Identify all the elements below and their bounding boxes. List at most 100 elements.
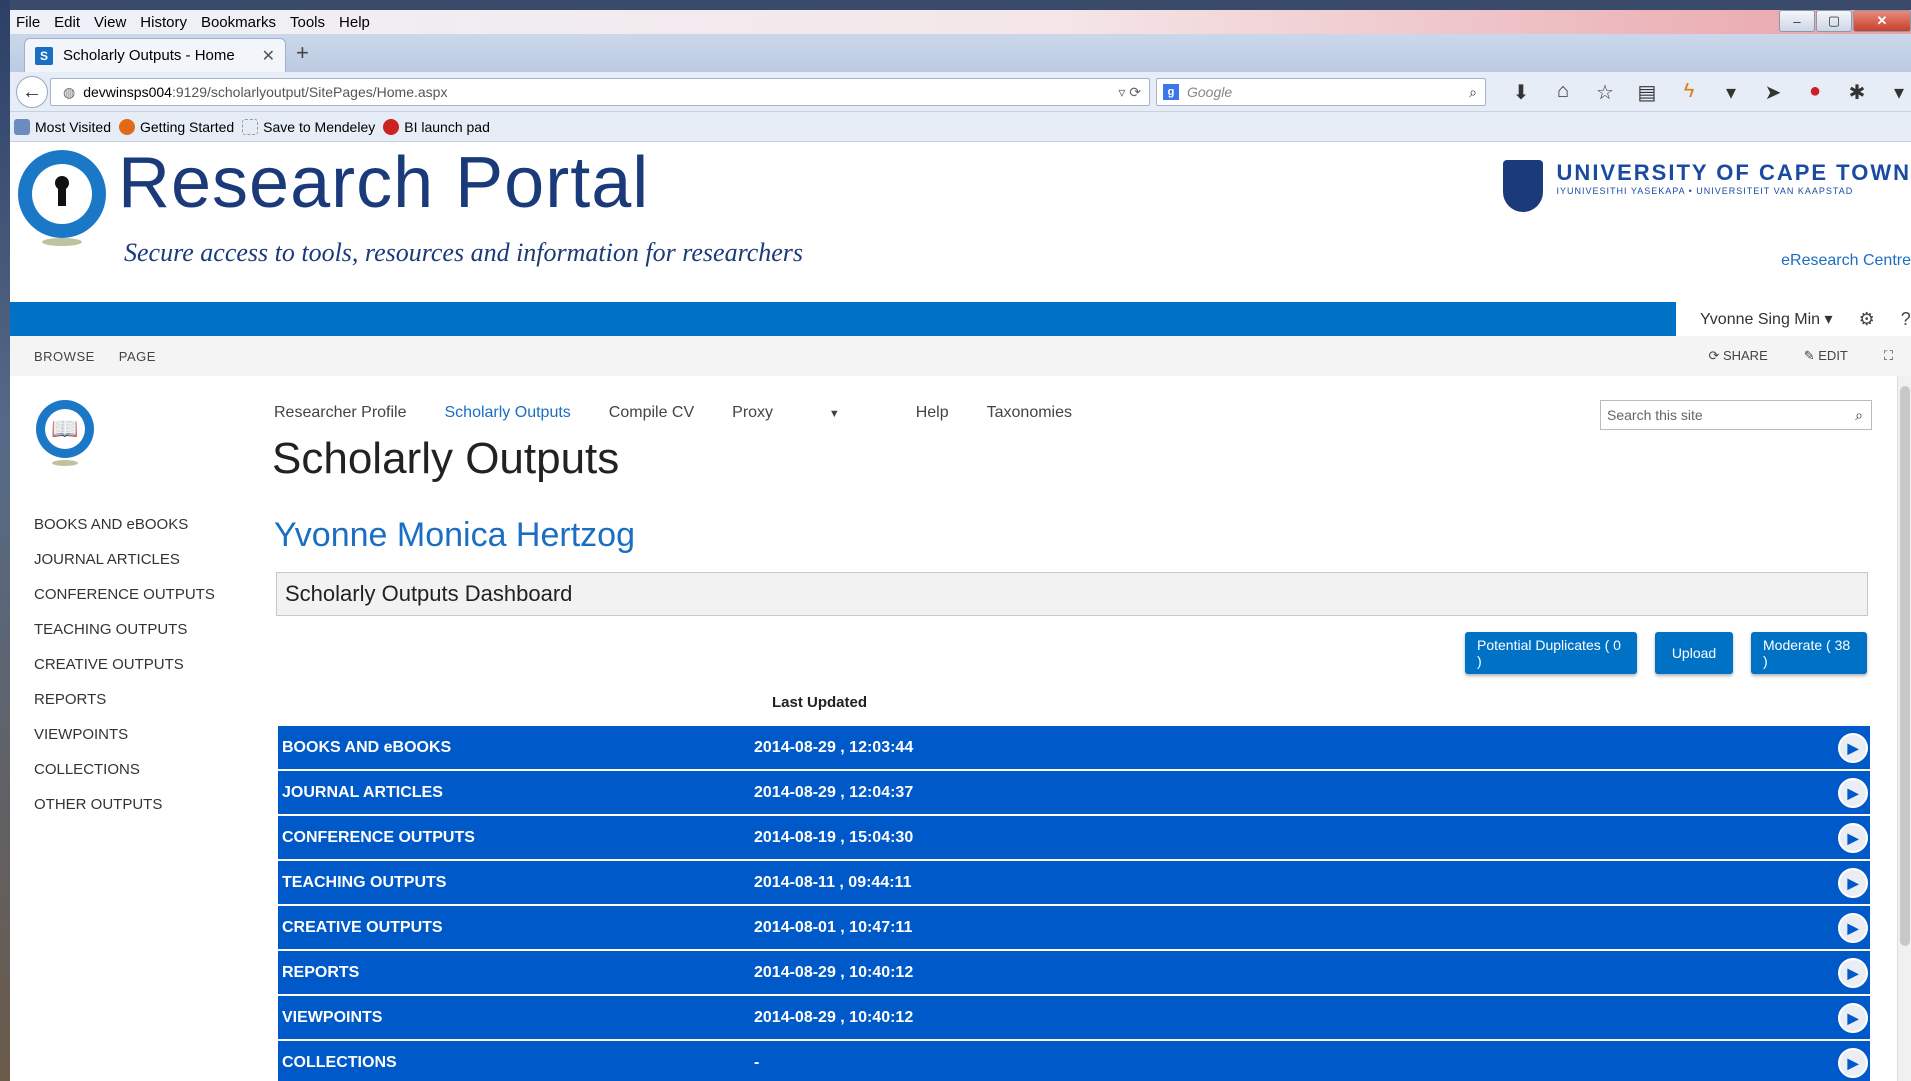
bookmark-save-to-mendeley[interactable]: Save to Mendeley [242, 118, 375, 135]
search-icon[interactable]: ⌕ [1855, 407, 1863, 424]
research-portal-logo[interactable] [18, 150, 106, 250]
moderate-button[interactable]: Moderate ( 38 ) [1751, 632, 1867, 674]
uct-crest-icon [1502, 160, 1543, 212]
ribbon-tab-browse[interactable]: BROWSE [34, 349, 95, 364]
person-name[interactable]: Yvonne Monica Hertzog [274, 516, 635, 555]
potential-duplicates-button[interactable]: Potential Duplicates ( 0 ) [1465, 632, 1637, 674]
page-scrollbar[interactable] [1897, 376, 1911, 1081]
menu-view[interactable]: View [94, 14, 126, 31]
nav-scholarly-outputs[interactable]: Scholarly Outputs [445, 404, 571, 422]
minimize-button[interactable]: – [1779, 10, 1815, 32]
play-icon[interactable]: ▶ [1838, 913, 1868, 943]
menu-help[interactable]: Help [339, 14, 370, 31]
row-name: VIEWPOINTS [282, 1008, 383, 1026]
nav-taxonomies[interactable]: Taxonomies [987, 404, 1072, 422]
share-button[interactable]: ⟳ SHARE [1708, 348, 1785, 364]
bi-icon [383, 118, 400, 135]
leftnav-journal-articles[interactable]: JOURNAL ARTICLES [34, 551, 215, 586]
menu-bookmarks[interactable]: Bookmarks [201, 14, 276, 31]
play-icon[interactable]: ▶ [1838, 778, 1868, 808]
tab-scholarly-outputs[interactable]: S Scholarly Outputs - Home ✕ [24, 38, 286, 72]
last-updated-header: Last Updated [772, 694, 868, 711]
leftnav-other-outputs[interactable]: OTHER OUTPUTS [34, 796, 215, 831]
play-icon[interactable]: ▶ [1838, 958, 1868, 988]
reading-list-icon[interactable]: ▤ [1626, 80, 1668, 105]
pinterest-icon[interactable]: ● [1794, 80, 1836, 105]
user-name: Yvonne Sing Min [1700, 311, 1821, 328]
nav-researcher-profile[interactable]: Researcher Profile [274, 404, 407, 422]
search-icon[interactable]: ⌕ [1469, 84, 1477, 101]
table-row[interactable]: VIEWPOINTS 2014-08-29 , 10:40:12 ▶ [278, 996, 1870, 1039]
play-icon[interactable]: ▶ [1838, 823, 1868, 853]
send-icon[interactable]: ➤ [1752, 80, 1794, 105]
play-icon[interactable]: ▶ [1838, 733, 1868, 763]
leftnav-viewpoints[interactable]: VIEWPOINTS [34, 726, 215, 761]
sharepoint-icon: S [35, 46, 53, 65]
nav-proxy[interactable]: Proxy ▼ [732, 404, 878, 422]
site-logo[interactable]: 📖 [36, 400, 94, 466]
settings-gear-icon[interactable]: ⚙ [1859, 309, 1875, 330]
extension-icon[interactable]: ✱ [1836, 80, 1878, 105]
leftnav-teaching-outputs[interactable]: TEACHING OUTPUTS [34, 621, 215, 656]
row-updated: 2014-08-19 , 15:04:30 [754, 828, 914, 846]
bookmark-bi-launch-pad[interactable]: BI launch pad [383, 118, 490, 135]
table-row[interactable]: TEACHING OUTPUTS 2014-08-11 , 09:44:11 ▶ [278, 861, 1870, 904]
scrollbar-thumb[interactable] [1900, 386, 1910, 946]
university-name: UNIVERSITY OF CAPE TOWN [1556, 160, 1911, 185]
close-window-button[interactable]: ✕ [1853, 10, 1911, 32]
reload-icon[interactable]: ▿ ⟳ [1118, 84, 1141, 101]
browser-search-box[interactable]: g Google ⌕ [1156, 78, 1486, 106]
row-name: CONFERENCE OUTPUTS [282, 828, 475, 846]
menu-dropdown-icon[interactable]: ▾ [1878, 80, 1911, 105]
window-controls: – ▢ ✕ [1778, 10, 1911, 32]
dropdown-icon[interactable]: ▾ [1710, 80, 1752, 105]
firefox-icon [119, 118, 135, 135]
menu-tools[interactable]: Tools [290, 14, 325, 31]
search-site-input[interactable]: Search this site ⌕ [1600, 400, 1872, 430]
eresearch-centre-link[interactable]: eResearch Centre [1781, 252, 1911, 270]
page-content: Research Portal Secure access to tools, … [10, 142, 1911, 1081]
help-icon[interactable]: ? [1901, 309, 1911, 330]
desktop-edge [0, 0, 10, 1081]
table-row[interactable]: REPORTS 2014-08-29 , 10:40:12 ▶ [278, 951, 1870, 994]
back-button[interactable]: ← [16, 76, 48, 108]
row-name: COLLECTIONS [282, 1053, 397, 1071]
bookmark-folder-icon [14, 118, 30, 135]
focus-content-icon[interactable]: ⛶ [1884, 348, 1893, 364]
table-row[interactable]: BOOKS AND eBOOKS 2014-08-29 , 12:03:44 ▶ [278, 726, 1870, 769]
nav-compile-cv[interactable]: Compile CV [609, 404, 694, 422]
play-icon[interactable]: ▶ [1838, 868, 1868, 898]
menu-edit[interactable]: Edit [54, 14, 80, 31]
menu-history[interactable]: History [140, 14, 187, 31]
edit-button[interactable]: ✎ EDIT [1804, 348, 1866, 364]
navigation-bar: ← ◍ devwinsps004 :9129/scholarlyoutput/S… [10, 72, 1911, 112]
table-row[interactable]: CREATIVE OUTPUTS 2014-08-01 , 10:47:11 ▶ [278, 906, 1870, 949]
table-row[interactable]: COLLECTIONS - ▶ [278, 1041, 1870, 1081]
bookmark-getting-started[interactable]: Getting Started [119, 118, 234, 135]
leftnav-books[interactable]: BOOKS AND eBOOKS [34, 516, 215, 551]
leftnav-reports[interactable]: REPORTS [34, 691, 215, 726]
nav-help[interactable]: Help [916, 404, 949, 422]
menu-file[interactable]: File [16, 14, 40, 31]
close-tab-icon[interactable]: ✕ [262, 46, 275, 66]
ribbon-tab-page[interactable]: PAGE [119, 349, 156, 364]
home-icon[interactable]: ⌂ [1542, 80, 1584, 105]
star-icon[interactable]: ☆ [1584, 80, 1626, 105]
upload-button[interactable]: Upload [1655, 632, 1733, 674]
leftnav-conference-outputs[interactable]: CONFERENCE OUTPUTS [34, 586, 215, 621]
play-icon[interactable]: ▶ [1838, 1003, 1868, 1033]
play-icon[interactable]: ▶ [1838, 1048, 1868, 1078]
table-row[interactable]: JOURNAL ARTICLES 2014-08-29 , 12:04:37 ▶ [278, 771, 1870, 814]
bookmark-most-visited[interactable]: Most Visited [14, 118, 111, 135]
uct-logo[interactable]: UNIVERSITY OF CAPE TOWN IYUNIVESITHI YAS… [1502, 160, 1911, 212]
addon-icon[interactable]: ϟ [1668, 80, 1710, 105]
url-bar[interactable]: ◍ devwinsps004 :9129/scholarlyoutput/Sit… [50, 78, 1150, 106]
bookmarks-bar: Most Visited Getting Started Save to Men… [10, 112, 1911, 142]
leftnav-collections[interactable]: COLLECTIONS [34, 761, 215, 796]
user-menu[interactable]: Yvonne Sing Min ▾ [1700, 309, 1833, 329]
new-tab-button[interactable]: + [296, 40, 309, 66]
download-icon[interactable]: ⬇ [1500, 80, 1542, 105]
table-row[interactable]: CONFERENCE OUTPUTS 2014-08-19 , 15:04:30 ▶ [278, 816, 1870, 859]
leftnav-creative-outputs[interactable]: CREATIVE OUTPUTS [34, 656, 215, 691]
maximize-button[interactable]: ▢ [1816, 10, 1852, 32]
